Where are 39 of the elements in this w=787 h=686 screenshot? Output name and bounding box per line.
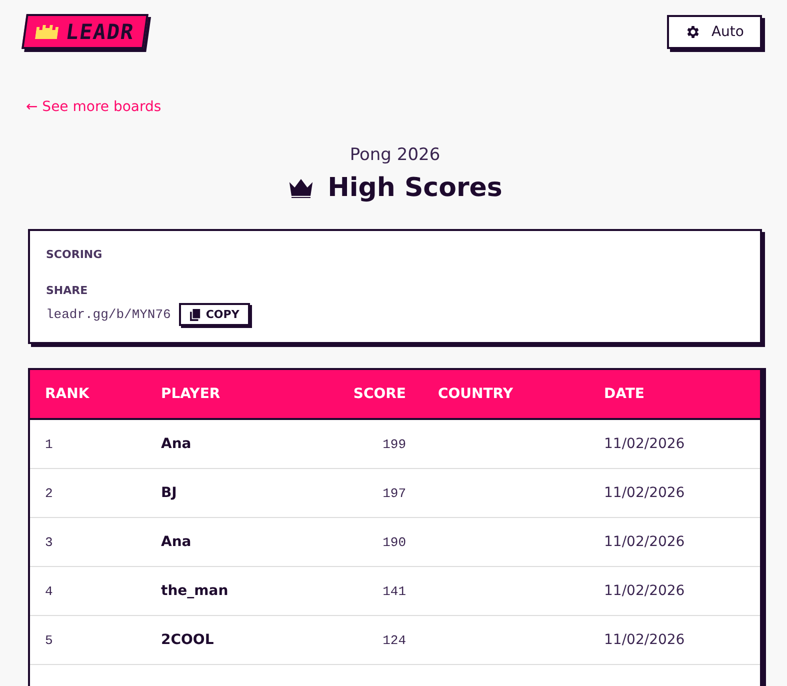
logo[interactable]: LEADR — [22, 14, 149, 49]
column-header: DATE — [604, 386, 646, 402]
game-name: Pong 2026 — [350, 145, 440, 165]
date-cell-text: 11/02/2026 — [604, 583, 686, 599]
player-cell-text: Ana — [161, 534, 192, 550]
settings-icon — [685, 24, 702, 40]
score-cell-text: 190 — [382, 534, 406, 550]
board-title: High Scores — [328, 173, 502, 203]
score-cell-text: 197 — [382, 486, 406, 500]
share-label: SHARE — [46, 284, 89, 297]
date-cell-text: 11/02/2026 — [604, 534, 686, 550]
score-cell-text: 124 — [382, 632, 406, 648]
player-cell-text: BJ — [161, 485, 178, 501]
player-cell-text: the_man — [161, 583, 230, 599]
score-cell-text: 199 — [382, 436, 406, 452]
rank-cell-text: 3 — [45, 534, 54, 550]
share-url: leadr.gg/b/MYN76 — [46, 307, 171, 322]
player-cell-text: 2COOL — [161, 632, 215, 648]
rank-cell-text: 2 — [45, 486, 54, 500]
date-cell-text: 11/02/2026 — [604, 436, 686, 452]
score-cell-text: 141 — [382, 584, 406, 598]
date-cell-text: 11/02/2026 — [604, 485, 686, 501]
rank-cell-text: 4 — [45, 584, 54, 598]
scoring-label: SCORING — [46, 248, 104, 261]
column-header: PLAYER — [161, 386, 222, 402]
column-header: SCORE — [352, 386, 406, 402]
crown-icon — [288, 178, 314, 198]
copy-icon — [190, 308, 201, 320]
column-header: RANK — [45, 386, 90, 402]
date-cell-text: 11/02/2026 — [604, 632, 686, 648]
crown-icon — [35, 24, 59, 38]
theme-button[interactable]: Auto — [667, 15, 762, 49]
column-header: COUNTRY — [437, 386, 514, 402]
rank-cell-text: 5 — [45, 632, 54, 648]
rank-cell-text: 1 — [45, 436, 54, 452]
copy-button[interactable]: COPY — [178, 303, 250, 326]
back-link[interactable]: ← See more boards — [26, 99, 162, 115]
player-cell-text: Ana — [161, 436, 192, 452]
logo-text: LEADR — [64, 20, 136, 44]
